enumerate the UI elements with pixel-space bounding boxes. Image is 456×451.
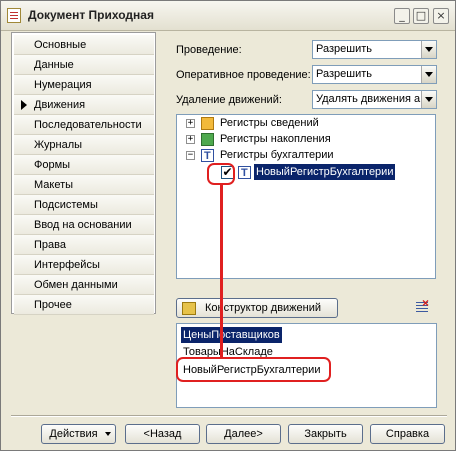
back-label: <Назад [143, 428, 182, 440]
checkbox-highlight [207, 163, 235, 185]
footer-separator [11, 415, 447, 417]
provedenie-label: Проведение: [176, 44, 242, 56]
nav-item-label: Нумерация [34, 79, 92, 91]
nav-item-dvizheniya[interactable]: Движения [14, 95, 154, 115]
udalenie-dvizheniy-label: Удаление движений: [176, 94, 282, 106]
next-button[interactable]: Далее> [206, 424, 281, 444]
maximize-button[interactable]: □ [413, 8, 429, 24]
nav-item-prava[interactable]: Права [14, 235, 154, 255]
sections-nav: Основные Данные Нумерация Движения После… [11, 32, 156, 315]
clear-list-icon[interactable]: × [416, 296, 432, 314]
close-button[interactable]: Закрыть [288, 424, 363, 444]
nav-item-label: Права [34, 239, 66, 251]
nav-item-label: Журналы [34, 139, 83, 151]
operativnoe-provedenie-label: Оперативное проведение: [176, 69, 311, 81]
expand-icon[interactable]: + [186, 135, 195, 144]
nav-item-vvod-na-osnovanii[interactable]: Ввод на основании [14, 215, 154, 235]
accounting-register-icon [201, 148, 214, 164]
tree-node-label: Регистры накопления [220, 133, 331, 145]
chevron-down-icon[interactable] [421, 91, 436, 108]
nav-item-label: Последовательности [34, 119, 142, 131]
close-window-button[interactable]: × [433, 8, 449, 24]
nav-item-label: Формы [34, 159, 71, 171]
konstruktor-dvizheniy-button[interactable]: Конструктор движений [176, 298, 338, 318]
accounting-register-icon [238, 165, 251, 181]
nav-item-prochee[interactable]: Прочее [14, 295, 154, 315]
nav-item-label: Макеты [34, 179, 74, 191]
nav-item-label: Обмен данными [34, 279, 118, 291]
tree-node-label: Регистры бухгалтерии [220, 149, 334, 161]
nav-item-osnovnye[interactable]: Основные [14, 35, 154, 55]
tree-node-label: Регистры сведений [220, 117, 319, 129]
nav-item-label: Интерфейсы [34, 259, 100, 271]
tree-node-registry-svedeniy[interactable]: + Регистры сведений [177, 115, 435, 131]
minimize-button[interactable]: _ [394, 8, 410, 24]
back-button[interactable]: <Назад [125, 424, 200, 444]
title-bar[interactable]: Документ Приходная _ □ × [1, 1, 455, 31]
help-label: Справка [385, 428, 430, 440]
provedenie-value: Разрешить [316, 43, 372, 55]
operativnoe-provedenie-select[interactable]: Разрешить [312, 65, 437, 84]
udalenie-dvizheniy-select[interactable]: Удалять движения а [312, 90, 437, 109]
document-icon [7, 8, 21, 23]
tree-node-registry-buhgalterii[interactable]: − Регистры бухгалтерии [177, 147, 435, 164]
nav-item-label: Прочее [34, 299, 72, 311]
tree-node-label: НовыйРегистрБухгалтерии [254, 164, 396, 180]
help-button[interactable]: Справка [370, 424, 445, 444]
nav-item-label: Ввод на основании [34, 219, 132, 231]
info-register-icon [201, 117, 214, 130]
nav-item-numeratsiya[interactable]: Нумерация [14, 75, 154, 95]
nav-item-label: Данные [34, 59, 74, 71]
nav-item-formy[interactable]: Формы [14, 155, 154, 175]
nav-item-makety[interactable]: Макеты [14, 175, 154, 195]
actions-label: Действия [49, 428, 98, 440]
provedenie-select[interactable]: Разрешить [312, 40, 437, 59]
list-item[interactable]: ЦеныПоставщиков [181, 327, 282, 343]
main-window: Документ Приходная _ □ × Основные Данные… [0, 0, 456, 451]
nav-item-podsistemy[interactable]: Подсистемы [14, 195, 154, 215]
nav-item-label: Подсистемы [34, 199, 98, 211]
registers-tree: + Регистры сведений + Регистры накоплени… [176, 114, 436, 279]
nav-item-obmen-dannymi[interactable]: Обмен данными [14, 275, 154, 295]
list-item-highlight [176, 357, 331, 382]
window-title: Документ Приходная [28, 8, 154, 22]
connector-line [220, 185, 223, 358]
chevron-down-icon[interactable] [421, 41, 436, 58]
udalenie-dvizheniy-value: Удалять движения а [316, 93, 421, 105]
nav-item-dannye[interactable]: Данные [14, 55, 154, 75]
nav-item-label: Основные [34, 39, 87, 51]
current-section-arrow-icon [21, 100, 27, 110]
nav-item-posledovatelnosti[interactable]: Последовательности [14, 115, 154, 135]
wizard-icon [182, 302, 196, 315]
close-label: Закрыть [304, 428, 347, 440]
chevron-down-icon[interactable] [421, 66, 436, 83]
operativnoe-provedenie-value: Разрешить [316, 68, 372, 80]
collapse-icon[interactable]: − [186, 151, 195, 160]
actions-button[interactable]: Действия [41, 424, 116, 444]
next-label: Далее> [224, 428, 263, 440]
expand-icon[interactable]: + [186, 119, 195, 128]
nav-item-label: Движения [34, 99, 86, 111]
nav-item-interfeysy[interactable]: Интерфейсы [14, 255, 154, 275]
nav-item-zhurnaly[interactable]: Журналы [14, 135, 154, 155]
accumulation-register-icon [201, 133, 214, 146]
chevron-down-icon [105, 432, 111, 436]
tree-node-registry-nakopleniya[interactable]: + Регистры накопления [177, 131, 435, 147]
